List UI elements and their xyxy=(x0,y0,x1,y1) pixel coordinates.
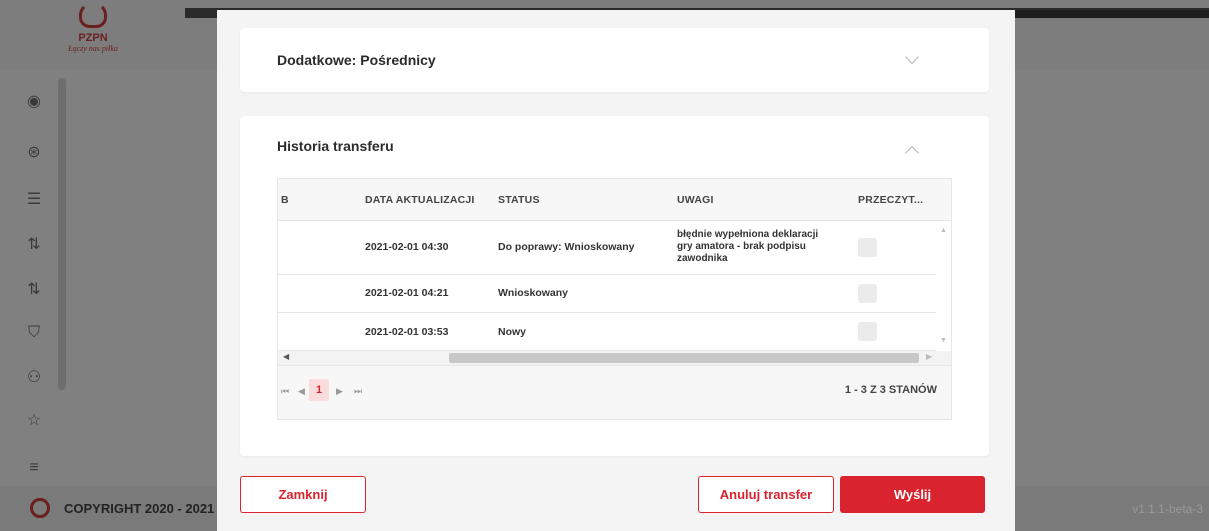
footer-logo-icon xyxy=(30,498,50,518)
scroll-right-icon[interactable]: ▶ xyxy=(926,352,932,361)
row-status: Do poprawy: Wnioskowany xyxy=(498,241,635,253)
panel-transfer-history: Historia transferu B DATA AKTUALIZACJI S… xyxy=(240,116,989,456)
column-header-notes[interactable]: UWAGI xyxy=(677,194,714,206)
chevron-down-icon[interactable] xyxy=(904,49,920,65)
row-date: 2021-02-01 03:53 xyxy=(365,326,449,338)
next-page-icon[interactable]: ▶ xyxy=(336,386,343,397)
archive-icon[interactable]: ☰ xyxy=(24,190,44,210)
scroll-thumb[interactable] xyxy=(449,353,919,363)
read-checkbox[interactable] xyxy=(858,284,877,303)
pager-info: 1 - 3 Z 3 STANÓW xyxy=(844,384,937,396)
footer-copyright: COPYRIGHT 2020 - 2021 xyxy=(64,501,215,516)
user-circle-icon[interactable]: ◉ xyxy=(24,92,44,112)
horizontal-scrollbar[interactable]: ◀ ▶ xyxy=(278,351,951,365)
column-header-status[interactable]: STATUS xyxy=(498,194,540,206)
transfer-modal: Dodatkowe: Pośrednicy Historia transferu… xyxy=(217,10,1015,531)
panel-intermediaries[interactable]: Dodatkowe: Pośrednicy xyxy=(240,28,989,92)
eagle-logo-icon xyxy=(79,2,107,28)
ball-icon[interactable]: ⊛ xyxy=(24,143,44,163)
chevron-up-icon[interactable] xyxy=(904,145,920,161)
footer-version: v1.1.1-beta-3 xyxy=(1132,502,1203,516)
cancel-transfer-button[interactable]: Anuluj transfer xyxy=(698,476,834,513)
people-icon[interactable]: ⚇ xyxy=(24,368,44,388)
send-button[interactable]: Wyślij xyxy=(840,476,985,513)
grid-header: B DATA AKTUALIZACJI STATUS UWAGI PRZECZY… xyxy=(278,179,951,221)
read-checkbox[interactable] xyxy=(858,322,877,341)
table-row[interactable]: 2021-02-01 04:21 Wnioskowany xyxy=(278,275,936,313)
star-icon[interactable]: ☆ xyxy=(24,411,44,431)
top-right-strip xyxy=(1015,10,1209,18)
scroll-up-icon[interactable]: ▲ xyxy=(940,227,947,234)
row-date: 2021-02-01 04:21 xyxy=(365,287,449,299)
last-page-icon[interactable]: ⏭ xyxy=(354,386,362,397)
panel-title: Dodatkowe: Pośrednicy xyxy=(277,52,436,68)
row-status: Nowy xyxy=(498,326,527,338)
table-row[interactable]: 2021-02-01 04:30 Do poprawy: Wnioskowany… xyxy=(278,221,936,275)
row-status: Wnioskowany xyxy=(498,287,569,299)
page-number-current[interactable]: 1 xyxy=(309,379,329,401)
scroll-down-icon[interactable]: ▼ xyxy=(940,337,947,344)
close-button[interactable]: Zamknij xyxy=(240,476,366,513)
logo-tagline: Łączy nas piłka xyxy=(68,44,118,53)
read-checkbox[interactable] xyxy=(858,238,877,257)
pzpn-logo: PZPN Łączy nas piłka xyxy=(48,2,138,66)
pager: ⏮ ◀ 1 ▶ ⏭ 1 - 3 Z 3 STANÓW xyxy=(278,365,951,419)
row-notes: błędnie wypełniona deklaracji gry amator… xyxy=(677,229,819,264)
table-row[interactable]: 2021-02-01 03:53 Nowy xyxy=(278,313,936,351)
transfer-icon[interactable]: ⇅ xyxy=(24,235,44,255)
row-date: 2021-02-01 04:30 xyxy=(365,241,449,253)
scroll-left-icon[interactable]: ◀ xyxy=(283,352,289,361)
shirt-icon[interactable]: ⛉ xyxy=(24,323,44,343)
column-header-read[interactable]: PRZECZYT... xyxy=(858,194,923,206)
sidebar-scrollbar[interactable] xyxy=(58,78,66,390)
logo-name: PZPN xyxy=(78,32,108,44)
column-header-date[interactable]: DATA AKTUALIZACJI xyxy=(365,194,475,206)
column-header[interactable]: B xyxy=(281,194,289,206)
panel-title: Historia transferu xyxy=(277,138,394,154)
vertical-scrollbar[interactable]: ▲ ▼ xyxy=(937,221,951,351)
menu-icon[interactable]: ≡ xyxy=(24,458,44,478)
first-page-icon[interactable]: ⏮ xyxy=(281,386,289,397)
transfer-icon[interactable]: ⇅ xyxy=(24,280,44,300)
prev-page-icon[interactable]: ◀ xyxy=(298,386,305,397)
history-grid: B DATA AKTUALIZACJI STATUS UWAGI PRZECZY… xyxy=(277,178,952,420)
